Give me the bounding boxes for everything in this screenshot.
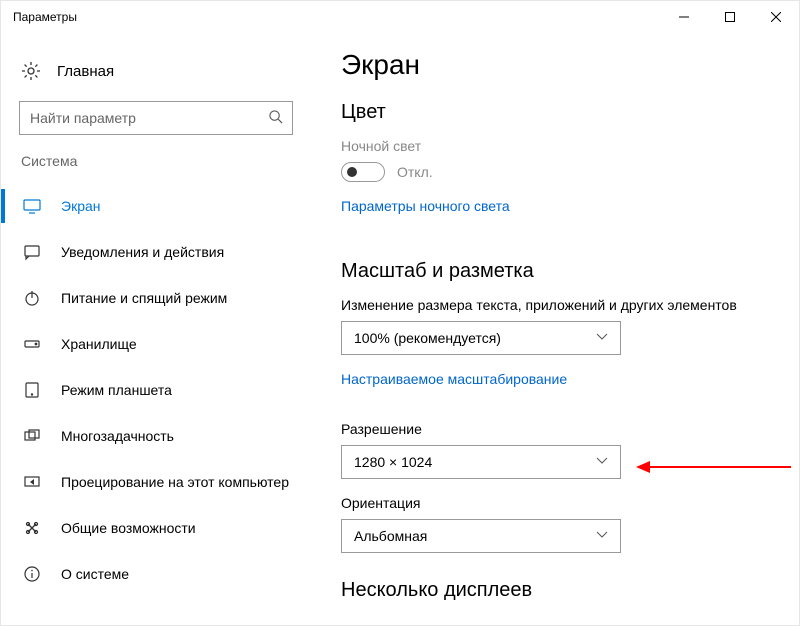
- orientation-value: Альбомная: [354, 528, 427, 544]
- sidebar-item-tablet[interactable]: Режим планшета: [1, 367, 311, 413]
- scale-field-label: Изменение размера текста, приложений и д…: [341, 297, 769, 313]
- info-icon: [23, 565, 41, 583]
- sidebar-item-label: Проецирование на этот компьютер: [61, 474, 289, 490]
- gear-icon: [21, 61, 41, 81]
- display-icon: [23, 197, 41, 215]
- chevron-down-icon: [596, 531, 608, 542]
- sidebar-item-multitasking[interactable]: Многозадачность: [1, 413, 311, 459]
- sidebar-item-label: Общие возможности: [61, 520, 196, 536]
- power-icon: [23, 289, 41, 307]
- titlebar: Параметры: [1, 1, 799, 33]
- search-icon: [268, 109, 283, 127]
- sidebar-item-label: Хранилище: [61, 336, 137, 352]
- maximize-button[interactable]: [707, 1, 753, 33]
- sidebar-item-about[interactable]: О системе: [1, 551, 311, 597]
- projecting-icon: [23, 473, 41, 491]
- resolution-select[interactable]: 1280 × 1024: [341, 445, 621, 479]
- multi-display-header: Несколько дисплеев: [341, 579, 769, 602]
- sidebar-item-label: Экран: [61, 198, 101, 214]
- toggle-knob: [347, 167, 357, 177]
- sidebar-item-notifications[interactable]: Уведомления и действия: [1, 229, 311, 275]
- scale-value: 100% (рекомендуется): [354, 330, 501, 346]
- category-label: Система: [1, 153, 311, 175]
- chevron-down-icon: [596, 333, 608, 344]
- night-light-label: Ночной свет: [341, 138, 769, 154]
- night-light-settings-link[interactable]: Параметры ночного света: [341, 198, 510, 214]
- sidebar-item-projecting[interactable]: Проецирование на этот компьютер: [1, 459, 311, 505]
- sidebar-item-label: О системе: [61, 566, 129, 582]
- storage-icon: [23, 335, 41, 353]
- sidebar-item-label: Многозадачность: [61, 428, 174, 444]
- window-title: Параметры: [13, 10, 77, 24]
- page-title: Экран: [341, 49, 769, 81]
- home-label: Главная: [57, 63, 114, 80]
- color-section-header: Цвет: [341, 101, 769, 124]
- search-field[interactable]: [19, 101, 293, 135]
- nav-list: Экран Уведомления и действия Питание и с…: [1, 183, 311, 597]
- shared-icon: [23, 519, 41, 537]
- sidebar-item-shared[interactable]: Общие возможности: [1, 505, 311, 551]
- main-panel: Экран Цвет Ночной свет Откл. Параметры н…: [311, 33, 799, 625]
- minimize-button[interactable]: [661, 1, 707, 33]
- night-light-toggle[interactable]: [341, 162, 385, 182]
- search-input[interactable]: [19, 101, 293, 135]
- night-light-state: Откл.: [397, 164, 433, 180]
- sidebar-item-label: Уведомления и действия: [61, 244, 224, 260]
- notifications-icon: [23, 243, 41, 261]
- home-nav[interactable]: Главная: [1, 55, 311, 87]
- scale-section-header: Масштаб и разметка: [341, 260, 769, 283]
- tablet-icon: [23, 381, 41, 399]
- sidebar-item-power[interactable]: Питание и спящий режим: [1, 275, 311, 321]
- multitasking-icon: [23, 427, 41, 445]
- sidebar: Главная Система Экран: [1, 33, 311, 625]
- sidebar-item-label: Режим планшета: [61, 382, 172, 398]
- sidebar-item-storage[interactable]: Хранилище: [1, 321, 311, 367]
- sidebar-item-label: Питание и спящий режим: [61, 290, 227, 306]
- scale-select[interactable]: 100% (рекомендуется): [341, 321, 621, 355]
- orientation-select[interactable]: Альбомная: [341, 519, 621, 553]
- close-button[interactable]: [753, 1, 799, 33]
- custom-scaling-link[interactable]: Настраиваемое масштабирование: [341, 371, 567, 387]
- orientation-label: Ориентация: [341, 495, 769, 511]
- resolution-label: Разрешение: [341, 421, 769, 437]
- chevron-down-icon: [596, 457, 608, 468]
- resolution-value: 1280 × 1024: [354, 454, 432, 470]
- sidebar-item-display[interactable]: Экран: [1, 183, 311, 229]
